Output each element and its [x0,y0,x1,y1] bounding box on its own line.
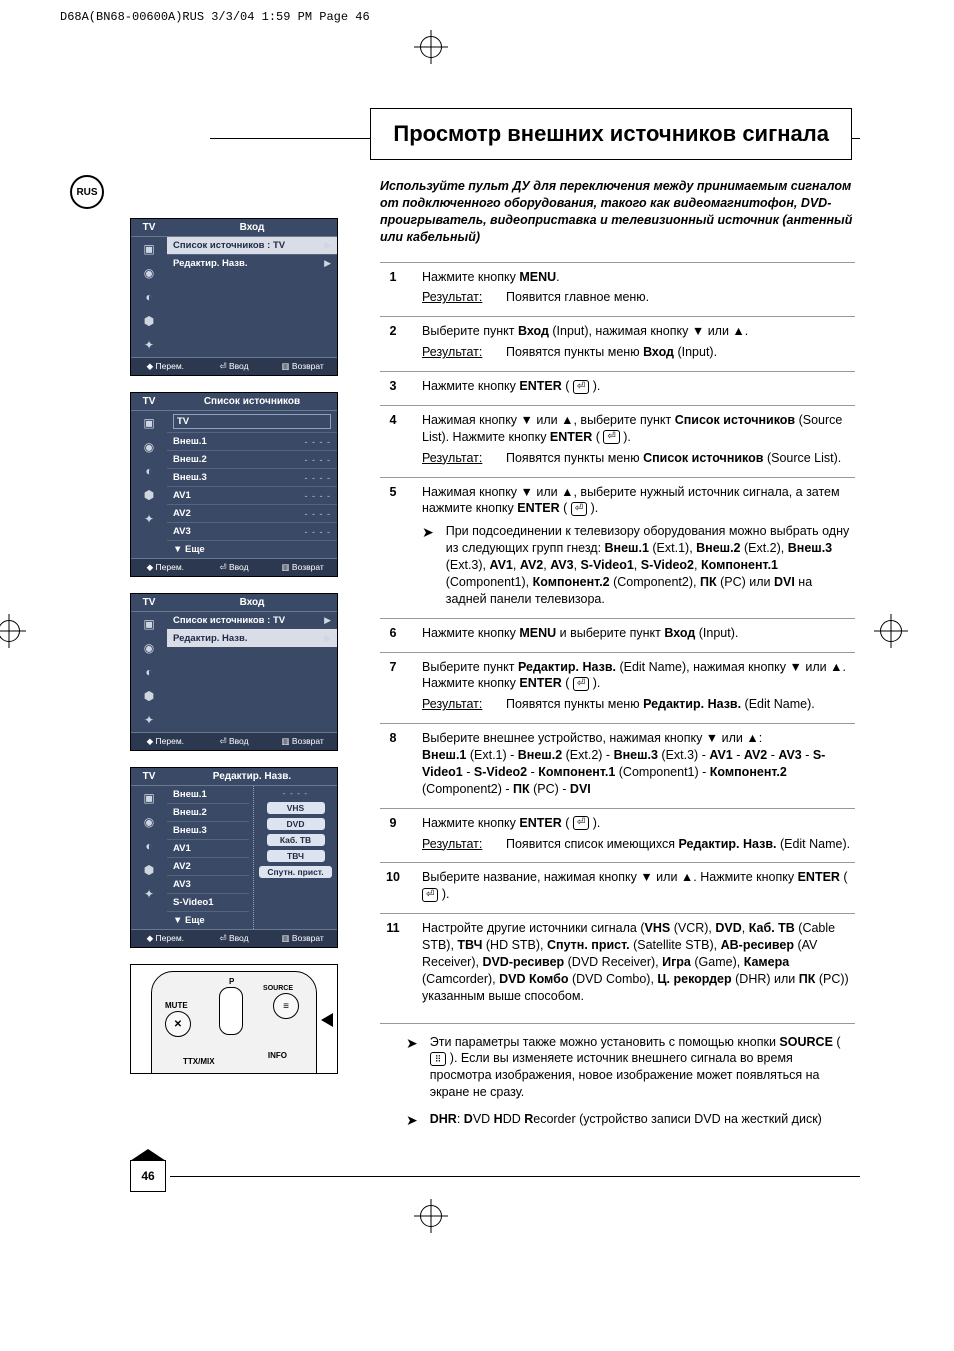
step: 9Нажмите кнопку ENTER ( ⏎ ).Результат:По… [380,808,855,863]
step: 10Выберите название, нажимая кнопку ▼ ил… [380,862,855,913]
osd-panel: TVВход▣◉◐⬢✦Список источников : TV▶Редакт… [130,593,338,751]
osd-panel: TVРедактир. Назв.▣◉◐⬢✦Внеш.1Внеш.2Внеш.3… [130,767,338,948]
language-badge: RUS [70,175,104,209]
step: 7Выберите пункт Редактир. Назв. (Edit Na… [380,652,855,724]
print-slug: D68A(BN68-00600A)RUS 3/3/04 1:59 PM Page… [60,10,370,24]
step: 5Нажимая кнопку ▼ или ▲, выберите нужный… [380,477,855,618]
step: 2Выберите пункт Вход (Input), нажимая кн… [380,316,855,371]
osd-column: TVВход▣◉◐⬢✦Список источников : TV▶Редакт… [130,218,338,1074]
registration-mark [420,36,442,58]
step: 11Настройте другие источники сигнала (VH… [380,913,855,1014]
instructions: Используйте пульт ДУ для переключения ме… [380,178,855,1130]
page-title-row: Просмотр внешних источников сигнала [210,108,860,160]
step: 8Выберите внешнее устройство, нажимая кн… [380,723,855,808]
remote-illustration: MUTE ✕ P SOURCE ≡ TTX/MIX INFO [130,964,338,1074]
page-title: Просмотр внешних источников сигнала [370,108,852,160]
registration-mark [880,620,902,642]
footer-rule [170,1176,860,1177]
intro-text: Используйте пульт ДУ для переключения ме… [380,178,855,246]
step: 6Нажмите кнопку MENU и выберите пункт Вх… [380,618,855,652]
step: 4Нажимая кнопку ▼ или ▲, выберите пункт … [380,405,855,477]
step: 3Нажмите кнопку ENTER ( ⏎ ). [380,371,855,405]
page-number: 46 [130,1160,166,1192]
step: 1Нажмите кнопку MENU.Результат:Появится … [380,263,855,317]
footnote: ➤DHR: DVD HDD Recorder (устройство запис… [406,1111,855,1130]
footnote: ➤Эти параметры также можно установить с … [406,1034,855,1102]
registration-mark [0,620,20,642]
registration-mark [420,1205,442,1227]
osd-panel: TVВход▣◉◐⬢✦Список источников : TV▶Редакт… [130,218,338,376]
osd-panel: TVСписок источников▣◉◐⬢✦TVВнеш.1- - - -В… [130,392,338,577]
